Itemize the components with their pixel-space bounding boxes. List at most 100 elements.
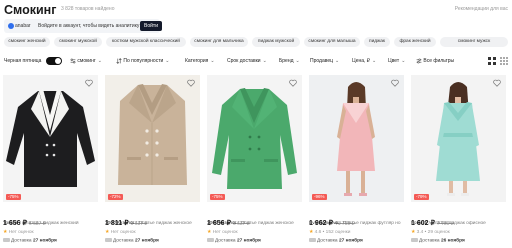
heart-icon[interactable] bbox=[289, 79, 297, 87]
chevron-down-icon: ⌄ bbox=[97, 58, 102, 64]
filter-sort-label: По популярности bbox=[123, 58, 164, 64]
heart-icon[interactable] bbox=[493, 79, 501, 87]
filter-query-label: смокинг bbox=[77, 58, 96, 64]
product-title: / Платье пиджак офисное bbox=[428, 221, 486, 226]
star-icon: ★ bbox=[309, 230, 314, 235]
delivery-info: Доставка 27 ноября bbox=[207, 238, 261, 243]
chip-suggestion[interactable]: костюм мужской классический bbox=[106, 37, 186, 47]
star-icon: ★ bbox=[411, 230, 416, 235]
brand-name: anabar bbox=[15, 23, 31, 29]
black-friday-label: Черная пятница bbox=[4, 58, 42, 64]
compact-grid-view-icon[interactable] bbox=[500, 57, 508, 65]
product-name[interactable]: 1000 Каталог / Платье пиджак женское bbox=[207, 221, 302, 226]
discount-badge: -75% bbox=[210, 194, 225, 200]
product-name[interactable]: Тонкие / Платье - пиджак женский bbox=[3, 221, 98, 226]
chip-suggestion[interactable]: смокинг женский bbox=[4, 37, 50, 47]
filter-query[interactable]: смокинг ⌄ bbox=[70, 56, 102, 66]
filter-category[interactable]: Категория ⌄ bbox=[185, 56, 215, 66]
login-button[interactable]: Войти bbox=[140, 21, 162, 31]
product-name[interactable]: 1000 Каталог / Платье пиджак женское bbox=[105, 221, 200, 226]
delivery-date: 27 ноября bbox=[338, 238, 363, 244]
filter-brand-label: Бренд bbox=[279, 58, 294, 64]
product-brand: Тонкие bbox=[3, 221, 19, 226]
product-image[interactable]: -75% bbox=[3, 75, 98, 202]
truck-icon bbox=[411, 238, 418, 242]
product-title: / Платье пиджак футляр но bbox=[339, 221, 401, 226]
product-image[interactable]: -75% bbox=[207, 75, 302, 202]
results-count: 3 828 товаров найдено bbox=[61, 6, 115, 12]
analytics-login-bar: anabar Войдите в аккаунт, чтобы видеть а… bbox=[4, 19, 162, 33]
black-friday-toggle[interactable] bbox=[46, 57, 62, 65]
product-brand: 1000 Каталог bbox=[207, 221, 237, 226]
filter-delivery-label: Срок доставки bbox=[227, 58, 261, 64]
product-name[interactable]: Eva Davidova / Платье пиджак футляр но bbox=[309, 221, 404, 226]
chevron-down-icon: ⌄ bbox=[371, 58, 377, 64]
product-image[interactable]: -72% bbox=[105, 75, 200, 202]
star-icon: ★ bbox=[3, 230, 8, 235]
login-hint: Войдите в аккаунт, чтобы видеть аналитик… bbox=[38, 23, 140, 29]
page-header: Смокинг 3 828 товаров найдено Рекомендац… bbox=[4, 3, 508, 17]
heart-icon[interactable] bbox=[187, 79, 195, 87]
sliders-icon bbox=[70, 58, 76, 64]
filter-seller[interactable]: Продавец ⌄ bbox=[310, 56, 339, 66]
page-title: Смокинг bbox=[4, 3, 57, 17]
chip-suggestion[interactable]: пиджак bbox=[364, 37, 390, 47]
product-title: / Платье пиджак женское bbox=[237, 221, 294, 226]
rating: ★ Нет оценок bbox=[207, 230, 238, 235]
chevron-down-icon: ⌄ bbox=[165, 58, 170, 64]
all-filters-label: Все фильтры bbox=[423, 58, 455, 64]
delivery-label: Доставка bbox=[215, 238, 236, 244]
truck-icon bbox=[309, 238, 316, 242]
delivery-info: Доставка 27 ноября bbox=[105, 238, 159, 243]
filter-sort[interactable]: По популярности ⌄ bbox=[116, 56, 169, 66]
delivery-date: 27 ноября bbox=[134, 238, 159, 244]
rating-text: 4.6 • 152 оценки bbox=[314, 230, 351, 235]
product-image[interactable]: -79% bbox=[411, 75, 506, 202]
chip-suggestion[interactable]: фрак женский bbox=[394, 37, 436, 47]
chevron-down-icon: ⌄ bbox=[335, 58, 340, 64]
grid-view-icon[interactable] bbox=[488, 57, 496, 65]
filter-seller-label: Продавец bbox=[310, 58, 333, 64]
delivery-label: Доставка bbox=[113, 238, 134, 244]
filter-price-label: Цена, ₽ bbox=[352, 58, 370, 64]
chip-suggestion[interactable]: смокинг мужской bbox=[54, 37, 102, 47]
filter-price[interactable]: Цена, ₽ ⌄ bbox=[352, 56, 376, 66]
discount-badge: -75% bbox=[6, 194, 21, 200]
discount-badge: -72% bbox=[108, 194, 123, 200]
toggle-knob bbox=[55, 58, 61, 64]
chevron-down-icon: ⌄ bbox=[210, 58, 215, 64]
rating: ★ 3.4 • 29 оценок bbox=[411, 230, 450, 235]
delivery-label: Доставка bbox=[11, 238, 32, 244]
delivery-date: 27 ноября bbox=[32, 238, 57, 244]
product-brand: Eva Davidova bbox=[309, 221, 339, 226]
product-image[interactable]: -96% bbox=[309, 75, 404, 202]
product-name[interactable]: Forenni / Платье пиджак офисное bbox=[411, 221, 506, 226]
recommendations-link[interactable]: Рекомендации для вас bbox=[455, 6, 508, 13]
rating: ★ 4.6 • 152 оценки bbox=[309, 230, 350, 235]
product-title: / Платье - пиджак женский bbox=[19, 221, 79, 226]
beige-blazer-dress-image bbox=[118, 84, 187, 185]
product-brand: Forenni bbox=[411, 221, 428, 226]
filter-brand[interactable]: Бренд ⌄ bbox=[279, 56, 300, 66]
rating-text: Нет оценок bbox=[8, 230, 34, 235]
black-tuxedo-dress-image bbox=[6, 89, 95, 187]
all-filters-button[interactable]: Все фильтры bbox=[416, 56, 454, 66]
anabar-logo-icon bbox=[8, 23, 14, 29]
delivery-date: 27 ноября bbox=[236, 238, 261, 244]
heart-icon[interactable] bbox=[391, 79, 399, 87]
star-icon: ★ bbox=[207, 230, 212, 235]
filter-color[interactable]: Цвет ⌄ bbox=[388, 56, 405, 66]
filter-delivery[interactable]: Срок доставки ⌄ bbox=[227, 56, 267, 66]
filter-bar: Черная пятница смокинг ⌄ По популярности ⌄… bbox=[4, 56, 508, 66]
heart-icon[interactable] bbox=[85, 79, 93, 87]
delivery-info: Доставка 26 ноября bbox=[411, 238, 465, 243]
chip-suggestion[interactable]: смокинг мужск bbox=[440, 37, 508, 47]
rating: ★ Нет оценок bbox=[3, 230, 34, 235]
filter-category-label: Категория bbox=[185, 58, 209, 64]
chip-suggestion[interactable]: пиджак мужской bbox=[252, 37, 300, 47]
chip-suggestion[interactable]: смокинг для мальчика bbox=[190, 37, 248, 47]
chip-suggestion[interactable]: смокинг для малыша bbox=[304, 37, 360, 47]
chevron-down-icon: ⌄ bbox=[401, 58, 406, 64]
discount-badge: -79% bbox=[414, 194, 429, 200]
delivery-label: Доставка bbox=[317, 238, 338, 244]
